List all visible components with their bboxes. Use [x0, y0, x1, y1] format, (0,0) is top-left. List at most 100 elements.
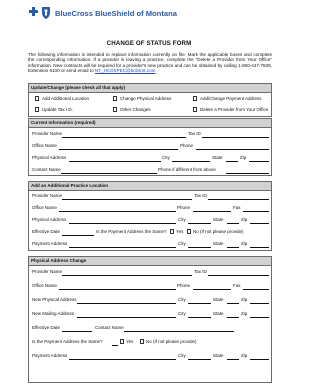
- zip-field[interactable]: [250, 246, 269, 248]
- update-change-section: Update/Change (please check all that app…: [28, 83, 272, 117]
- checkbox-update-tax-id[interactable]: [35, 107, 40, 112]
- payment-address-field[interactable]: [69, 246, 176, 248]
- label-new-mailing-address: New Mailing Address: [32, 311, 75, 316]
- checkbox-payment-same-yes[interactable]: [170, 229, 175, 234]
- physical-address-field[interactable]: [69, 160, 161, 162]
- zip-field[interactable]: [250, 358, 269, 360]
- label-no-provide: No (If not please provide): [146, 339, 197, 344]
- phone-field[interactable]: [193, 288, 231, 290]
- city-field[interactable]: [172, 160, 210, 162]
- section-header-additional: Add an Additional Practice Location: [29, 182, 271, 191]
- physical-address-field[interactable]: [69, 222, 176, 224]
- label-city: City: [178, 217, 186, 222]
- current-office-row: Office Name Phone: [32, 143, 269, 150]
- label-city: City: [162, 155, 170, 160]
- city-field[interactable]: [188, 246, 211, 248]
- label-effective-date: Effective Date: [32, 229, 60, 234]
- contact-name-field[interactable]: [61, 172, 157, 174]
- label-payment-address: Payment Address: [32, 353, 68, 358]
- label-city: City: [178, 297, 186, 302]
- section-header-update: Update/Change (please check all that app…: [29, 84, 271, 93]
- current-information-section: Current Information (required) Provider …: [28, 118, 272, 176]
- checkbox-other-changes[interactable]: [113, 107, 118, 112]
- provider-name-field[interactable]: [62, 274, 192, 276]
- effective-date-field[interactable]: [62, 330, 92, 332]
- checkbox-payment-address[interactable]: [193, 96, 198, 101]
- physical-same-row: Is the Payment Address the Same? Yes No …: [32, 339, 268, 346]
- label-contact-name: Contact Name: [32, 167, 61, 172]
- checkbox-delete-provider[interactable]: [193, 107, 198, 112]
- provider-name-field[interactable]: [62, 198, 192, 200]
- label-fax: Fax: [233, 283, 241, 288]
- physical-address-change-section: Physical Address Change Provider Name Ta…: [28, 256, 272, 383]
- label-tax-id: Tax ID: [188, 131, 201, 136]
- phone-if-different-field[interactable]: [226, 172, 269, 174]
- label-state: State: [213, 353, 224, 358]
- new-mailing-address-field[interactable]: [77, 316, 176, 318]
- label-tax-id: Tax ID: [194, 269, 207, 274]
- label-zip: Zip: [240, 155, 247, 160]
- checkbox-payment-same-yes[interactable]: [120, 339, 125, 344]
- additional-effective-row: Effective Date Is the Payment Address th…: [32, 229, 268, 236]
- label-zip: Zip: [241, 297, 248, 302]
- office-name-field[interactable]: [59, 288, 176, 290]
- zip-field[interactable]: [249, 160, 269, 162]
- contact-name-field[interactable]: [124, 330, 234, 332]
- city-field[interactable]: [188, 316, 211, 318]
- zip-field[interactable]: [250, 222, 269, 224]
- phone-field[interactable]: [193, 210, 231, 212]
- checkbox-add-location[interactable]: [35, 96, 40, 101]
- city-field[interactable]: [188, 222, 211, 224]
- new-physical-address-field[interactable]: [77, 302, 176, 304]
- fax-field[interactable]: [243, 210, 269, 212]
- label-phone-if-different: Phone if different from above: [158, 167, 216, 172]
- label-contact-name: Contact Name: [95, 325, 124, 330]
- checkbox-payment-same-no[interactable]: [140, 339, 145, 344]
- label-state: State: [212, 155, 223, 160]
- state-field[interactable]: [226, 160, 238, 162]
- label-tax-id: Tax ID: [194, 193, 207, 198]
- tax-id-field[interactable]: [202, 136, 269, 138]
- effective-date-field[interactable]: [62, 234, 94, 236]
- label-payment-same-question: Is the Payment Address the Same?: [96, 229, 167, 234]
- label-state: State: [213, 217, 224, 222]
- zip-field[interactable]: [250, 316, 269, 318]
- label-office-name: Office Name: [32, 143, 57, 148]
- state-field[interactable]: [227, 222, 239, 224]
- physical-new-address-row: New Physical Address City State Zip: [32, 297, 269, 304]
- provider-name-field[interactable]: [62, 136, 186, 138]
- label-update-tax-id: Update Tax I.D.: [42, 107, 73, 112]
- label-state: State: [213, 297, 224, 302]
- checkbox-change-physical-address[interactable]: [113, 96, 118, 101]
- additional-office-row: Office Name Phone Fax: [32, 205, 269, 212]
- office-name-field[interactable]: [59, 210, 176, 212]
- label-physical-address: Physical Address: [32, 217, 67, 222]
- label-yes: Yes: [126, 339, 134, 344]
- form-title: CHANGE OF STATUS FORM: [106, 40, 192, 47]
- city-field[interactable]: [188, 302, 211, 304]
- state-field[interactable]: [227, 246, 239, 248]
- state-field[interactable]: [227, 316, 239, 318]
- fax-field[interactable]: [243, 288, 269, 290]
- state-field[interactable]: [227, 358, 239, 360]
- tax-id-field[interactable]: [208, 198, 269, 200]
- phone-field[interactable]: [196, 148, 269, 150]
- payment-address-field[interactable]: [69, 358, 176, 360]
- office-name-field[interactable]: [59, 148, 178, 150]
- label-city: City: [178, 241, 186, 246]
- additional-provider-row: Provider Name Tax ID: [32, 193, 269, 200]
- tax-id-field[interactable]: [208, 274, 269, 276]
- zip-field[interactable]: [250, 302, 269, 304]
- label-other-changes: Other Changes: [120, 107, 151, 112]
- label-physical-address: Physical Address: [32, 155, 67, 160]
- label-office-name: Office Name: [32, 283, 57, 288]
- checkbox-payment-same-no[interactable]: [187, 229, 192, 234]
- contact-email-link[interactable]: NT_HCDSPEC@bcbsmt.com: [95, 68, 156, 73]
- label-no-provide: No (If not please provide): [193, 229, 244, 234]
- label-city: City: [178, 311, 186, 316]
- payment-same-field[interactable]: [112, 344, 118, 346]
- city-field[interactable]: [188, 358, 211, 360]
- section-header-current: Current Information (required): [29, 119, 271, 128]
- state-field[interactable]: [227, 302, 239, 304]
- label-payment-address: Add/Change Payment Address: [200, 96, 262, 101]
